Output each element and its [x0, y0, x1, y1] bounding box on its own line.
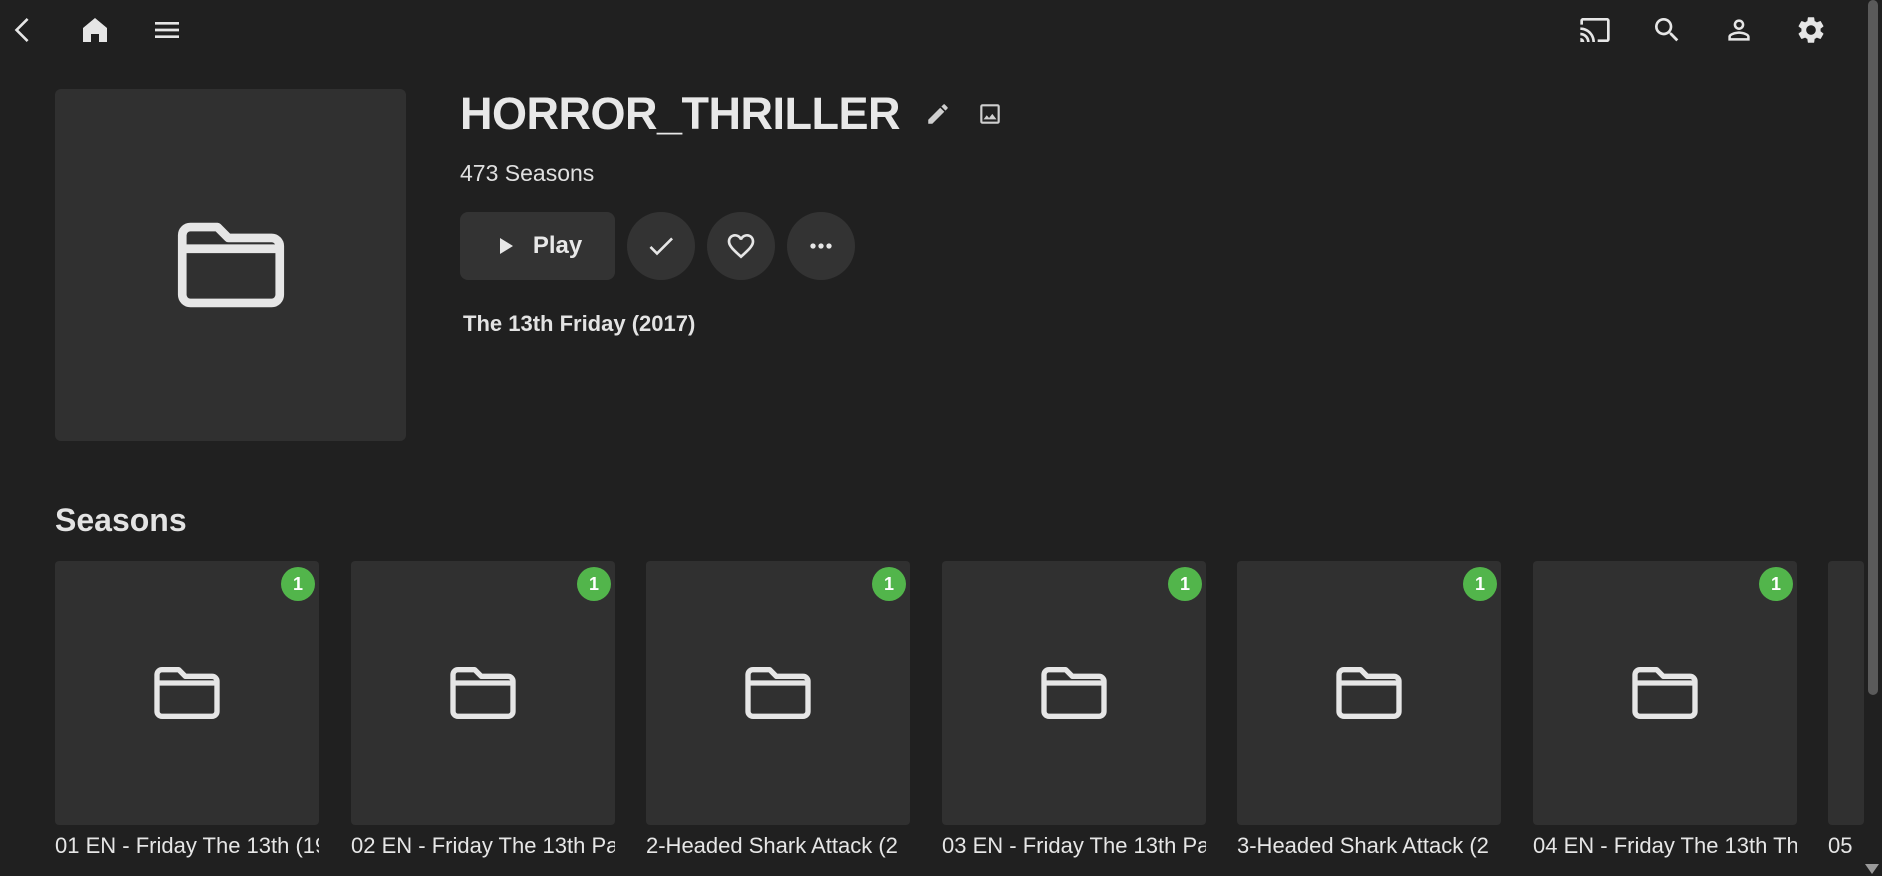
folder-icon	[1632, 667, 1698, 719]
season-thumbnail[interactable]: 1	[942, 561, 1206, 825]
edit-button[interactable]	[924, 100, 952, 128]
play-button[interactable]: Play	[460, 212, 615, 280]
back-button[interactable]	[0, 6, 48, 54]
season-card[interactable]: 1 03 EN - Friday The 13th Pa	[942, 561, 1206, 859]
pencil-icon	[928, 104, 948, 124]
season-title[interactable]: 01 EN - Friday The 13th (19	[55, 833, 319, 859]
season-title[interactable]: 3-Headed Shark Attack (2	[1237, 833, 1501, 859]
season-count: 473 Seasons	[460, 160, 595, 186]
edit-images-button[interactable]	[976, 100, 1004, 128]
action-bar: Play	[460, 212, 855, 280]
unplayed-count-badge: 1	[1759, 567, 1793, 601]
title-row: HORROR_THRILLER	[460, 88, 1004, 140]
home-button[interactable]	[71, 6, 119, 54]
season-thumbnail[interactable]: 1	[646, 561, 910, 825]
scrollbar-thumb[interactable]	[1868, 0, 1878, 695]
play-icon	[499, 238, 513, 254]
season-thumbnail[interactable]: 1	[1237, 561, 1501, 825]
check-icon	[649, 237, 673, 256]
scroll-down-icon[interactable]	[1865, 864, 1879, 874]
more-button[interactable]	[787, 212, 855, 280]
season-card[interactable]: 1 02 EN - Friday The 13th Pa	[351, 561, 615, 859]
user-icon	[1728, 19, 1750, 41]
menu-icon	[155, 22, 179, 38]
season-thumbnail[interactable]	[1828, 561, 1864, 825]
play-label: Play	[532, 232, 583, 259]
unplayed-count-badge: 1	[1168, 567, 1202, 601]
favorite-button[interactable]	[707, 212, 775, 280]
back-icon	[14, 18, 29, 42]
season-thumbnail[interactable]: 1	[1533, 561, 1797, 825]
collection-poster	[55, 89, 406, 441]
scrollbar[interactable]	[1864, 0, 1882, 876]
season-card[interactable]: 1 2-Headed Shark Attack (2	[646, 561, 910, 859]
cast-button[interactable]	[1571, 6, 1619, 54]
unplayed-count-badge: 1	[872, 567, 906, 601]
unplayed-count-badge: 1	[1463, 567, 1497, 601]
seasons-heading: Seasons	[55, 502, 187, 538]
image-icon	[980, 104, 1000, 124]
season-card[interactable]: 05	[1828, 561, 1864, 859]
search-icon	[1655, 18, 1679, 42]
seasons-row: 1 01 EN - Friday The 13th (19 1 02 EN - …	[55, 561, 1882, 876]
season-title[interactable]: 05	[1828, 833, 1864, 859]
season-card[interactable]: 1 04 EN - Friday The 13th Th	[1533, 561, 1797, 859]
user-button[interactable]	[1715, 6, 1763, 54]
folder-icon	[177, 222, 284, 308]
folder-icon	[745, 667, 811, 719]
top-bar	[0, 0, 1882, 60]
folder-icon	[1041, 667, 1107, 719]
season-card[interactable]: 1 01 EN - Friday The 13th (19	[55, 561, 319, 859]
unplayed-count-badge: 1	[281, 567, 315, 601]
page-title: HORROR_THRILLER	[460, 88, 901, 139]
settings-icon	[1798, 17, 1824, 43]
season-title[interactable]: 03 EN - Friday The 13th Pa	[942, 833, 1206, 859]
folder-icon	[154, 667, 220, 719]
cast-icon	[1580, 18, 1610, 42]
more-horizontal-icon	[810, 243, 832, 249]
season-title[interactable]: 2-Headed Shark Attack (2	[646, 833, 910, 859]
home-icon	[83, 18, 107, 42]
folder-icon	[450, 667, 516, 719]
season-title[interactable]: 02 EN - Friday The 13th Pa	[351, 833, 615, 859]
next-up-link[interactable]: The 13th Friday (2017)	[463, 311, 695, 337]
season-title[interactable]: 04 EN - Friday The 13th Th	[1533, 833, 1797, 859]
season-card[interactable]: 1 3-Headed Shark Attack (2	[1237, 561, 1501, 859]
search-button[interactable]	[1643, 6, 1691, 54]
folder-icon	[1336, 667, 1402, 719]
season-thumbnail[interactable]: 1	[351, 561, 615, 825]
season-thumbnail[interactable]: 1	[55, 561, 319, 825]
menu-button[interactable]	[143, 6, 191, 54]
unplayed-count-badge: 1	[577, 567, 611, 601]
mark-played-button[interactable]	[627, 212, 695, 280]
settings-button[interactable]	[1787, 6, 1835, 54]
heart-icon	[727, 234, 755, 259]
